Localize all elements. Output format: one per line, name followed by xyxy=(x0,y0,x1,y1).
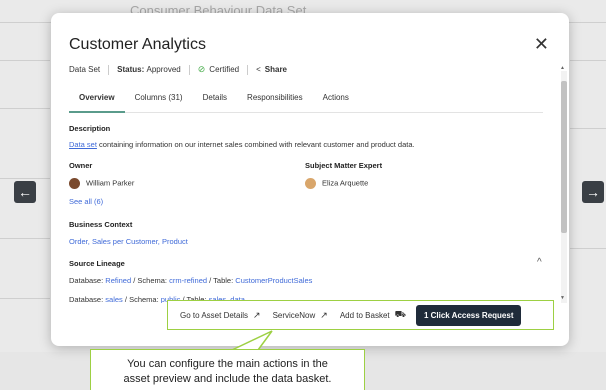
tooltip-line: asset preview and include the data baske… xyxy=(123,373,332,385)
tooltip-line: You can configure the main actions in th… xyxy=(127,358,328,370)
tooltip-callout: You can configure the main actions in th… xyxy=(90,349,365,390)
callout-pointer xyxy=(231,330,273,351)
